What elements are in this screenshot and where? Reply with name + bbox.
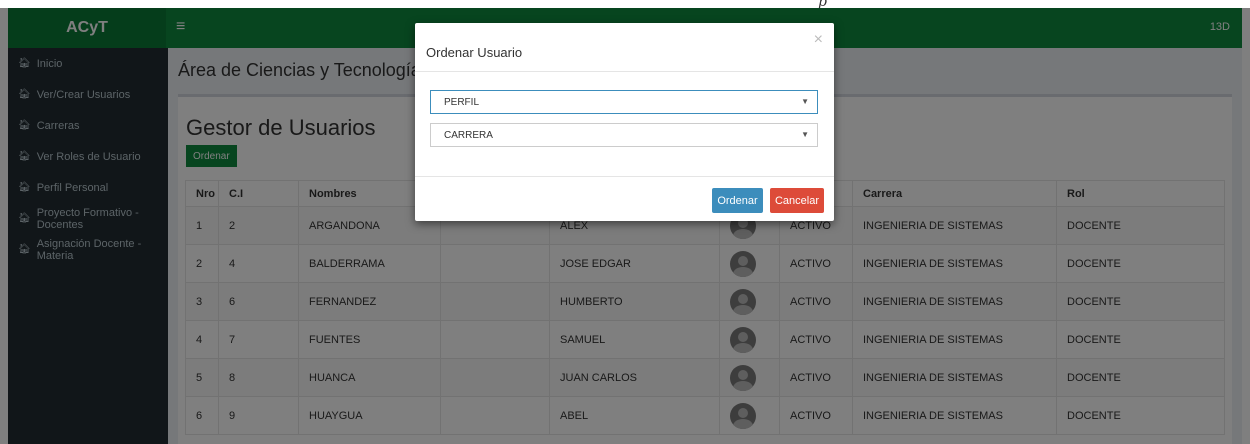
modal-header: Ordenar Usuario ×	[415, 23, 834, 72]
carrera-select-value: CARRERA	[444, 130, 493, 141]
modal-body: PERFIL ▼ CARRERA ▼	[415, 72, 834, 177]
perfil-select[interactable]: PERFIL ▼	[430, 90, 818, 114]
carrera-select[interactable]: CARRERA ▼	[430, 123, 818, 147]
modal-ordenar-button[interactable]: Ordenar	[712, 188, 763, 213]
ordenar-usuario-modal: Ordenar Usuario × PERFIL ▼ CARRERA ▼ Ord…	[415, 23, 834, 221]
perfil-select-value: PERFIL	[444, 97, 480, 108]
modal-cancelar-button[interactable]: Cancelar	[770, 188, 824, 213]
chevron-down-icon: ▼	[801, 130, 809, 139]
top-strip: p	[0, 0, 1250, 10]
close-icon[interactable]: ×	[814, 31, 823, 49]
chevron-down-icon: ▼	[801, 97, 809, 106]
modal-title: Ordenar Usuario	[426, 45, 523, 60]
